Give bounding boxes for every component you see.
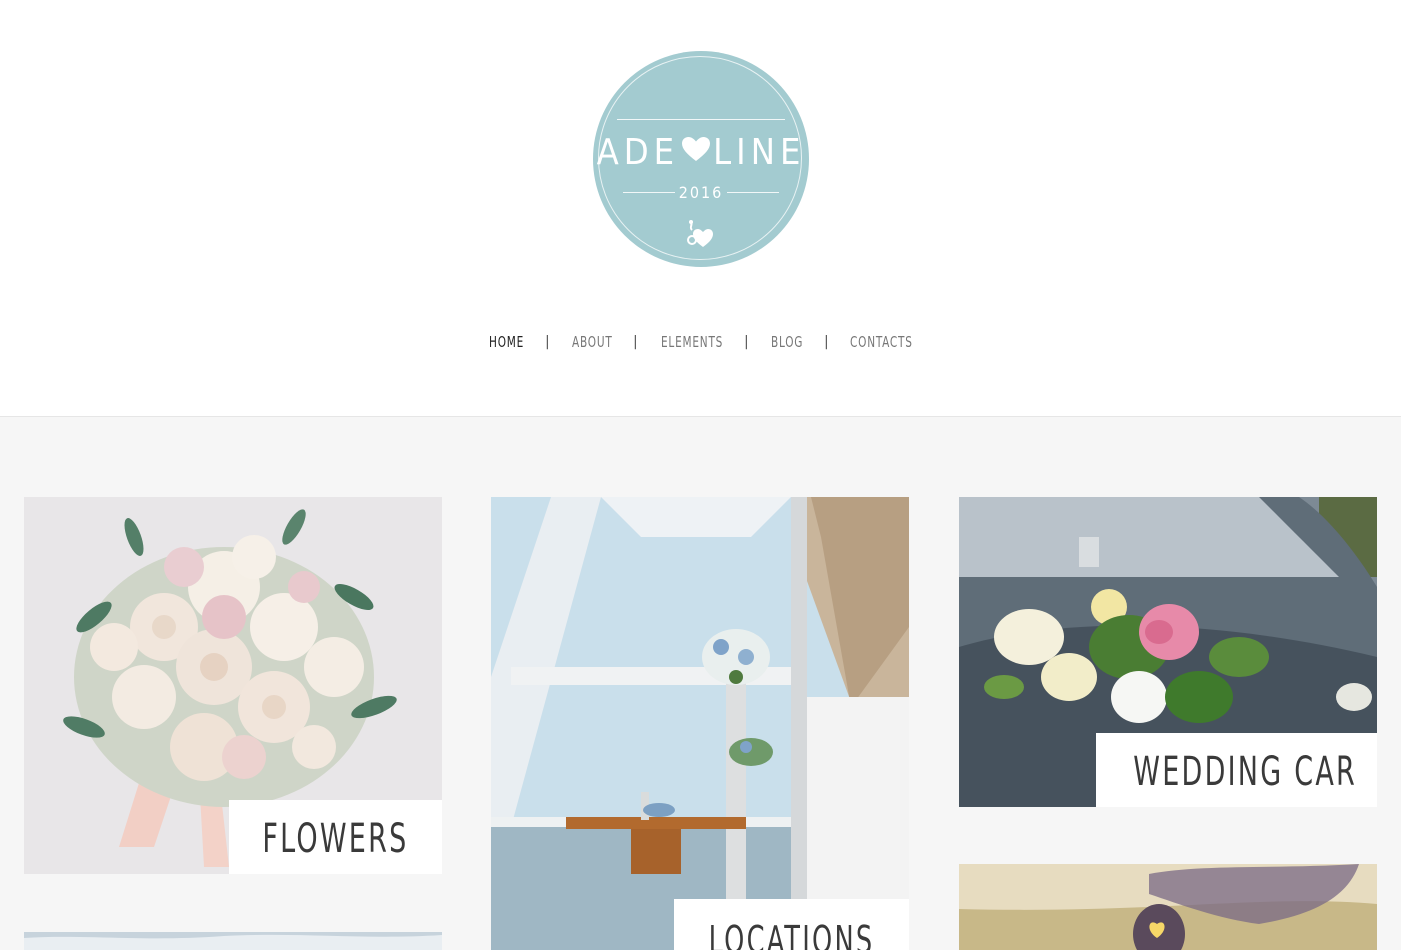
locations-image xyxy=(491,497,909,950)
main-nav: HOME | ABOUT | ELEMENTS | BLOG | CONTACT… xyxy=(0,333,1401,359)
card-flowers[interactable]: FLOWERS xyxy=(24,497,442,874)
site-logo[interactable]: ADE LINE 2016 xyxy=(593,51,809,267)
nav-item-elements[interactable]: ELEMENTS xyxy=(661,333,723,351)
nav-item-blog[interactable]: BLOG xyxy=(771,333,803,351)
card-label-locations: LOCATIONS xyxy=(674,899,909,950)
card-title-locations: LOCATIONS xyxy=(708,918,875,950)
card-partial-bottom-right[interactable] xyxy=(959,864,1377,950)
heart-icon xyxy=(681,131,711,171)
nav-item-contacts[interactable]: CONTACTS xyxy=(850,333,913,351)
rings-heart-icon xyxy=(683,219,719,255)
card-locations[interactable]: LOCATIONS xyxy=(491,497,909,950)
logo-divider-right xyxy=(727,192,779,193)
nav-item-about[interactable]: ABOUT xyxy=(572,333,613,351)
card-partial-bottom-left[interactable] xyxy=(24,932,442,950)
nav-separator: | xyxy=(744,334,749,350)
nav-separator: | xyxy=(633,334,638,350)
card-title-flowers: FLOWERS xyxy=(262,816,409,862)
nav-separator: | xyxy=(545,334,550,350)
card-label-flowers: FLOWERS xyxy=(229,800,442,874)
card-wedding-car[interactable]: WEDDING CAR xyxy=(959,497,1377,807)
portfolio-grid: FLOWERS LOCATIONS WEDDING CAR xyxy=(0,417,1401,950)
nav-separator: | xyxy=(824,334,829,350)
nav-item-home[interactable]: HOME xyxy=(489,333,524,351)
partial-image-bottom-left xyxy=(24,932,442,950)
logo-wordmark: ADE LINE xyxy=(593,133,809,173)
logo-wordmark-left: ADE xyxy=(596,132,680,173)
partial-image-bottom-right xyxy=(959,864,1377,950)
site-header: ADE LINE 2016 HOME | ABOUT | ELEMENTS | B… xyxy=(0,0,1401,417)
logo-divider-top xyxy=(617,119,785,120)
logo-wordmark-right: LINE xyxy=(713,132,806,173)
card-title-wedding-car: WEDDING CAR xyxy=(1133,749,1358,795)
card-label-wedding-car: WEDDING CAR xyxy=(1096,733,1377,807)
